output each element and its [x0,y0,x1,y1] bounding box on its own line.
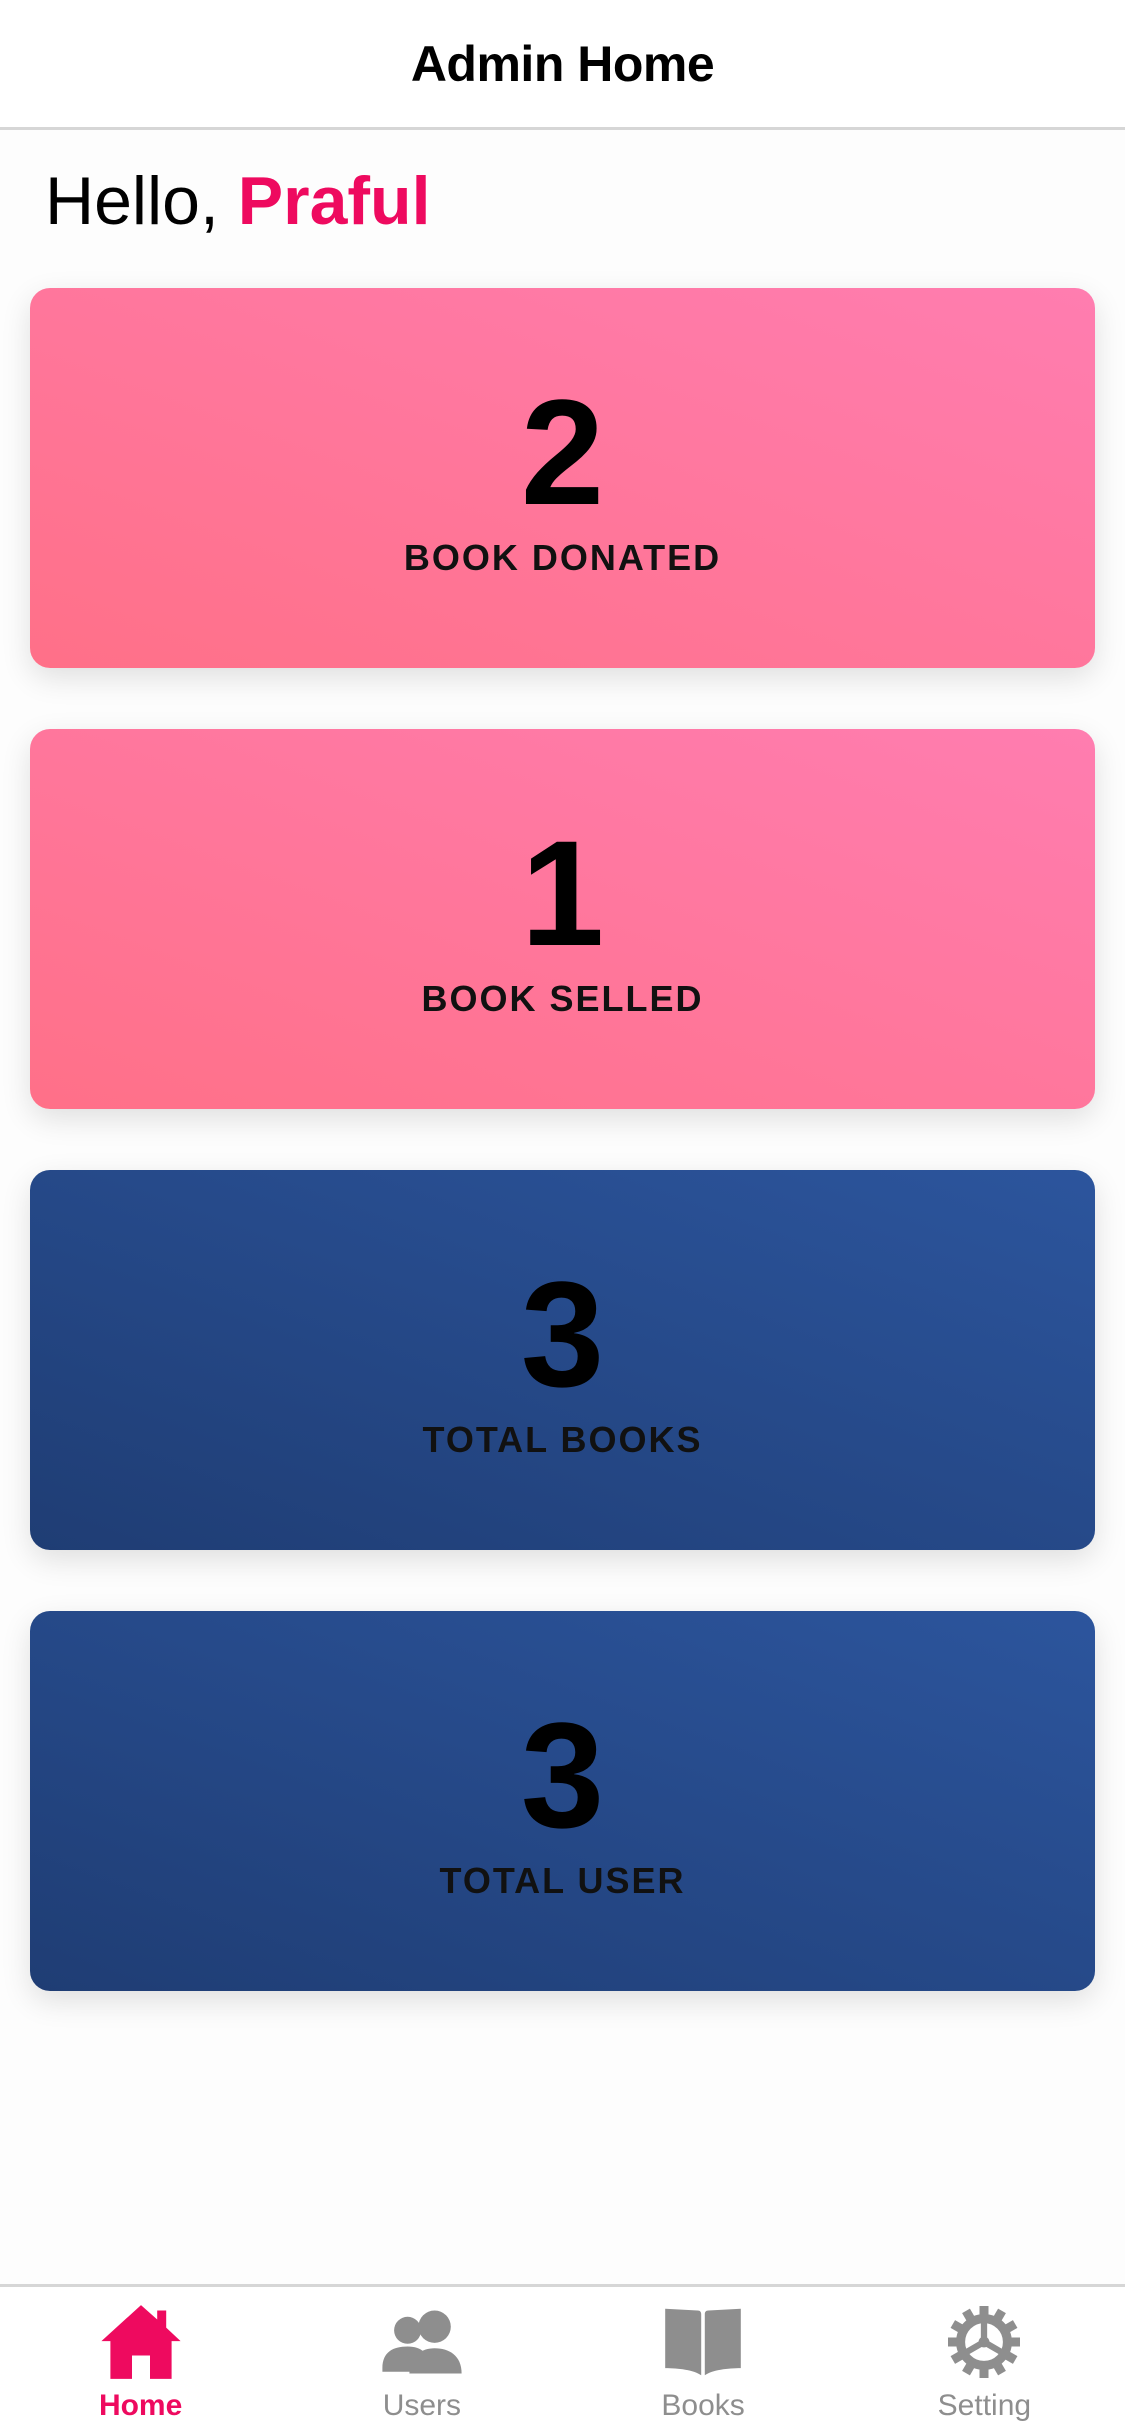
book-selled-card: 1 BOOK SELLED [30,729,1095,1109]
user-name: Praful [237,163,431,239]
total-user-label: TOTAL USER [439,1860,686,1901]
total-books-card: 3 TOTAL BOOKS [30,1170,1095,1550]
gear-icon [948,2306,1021,2378]
total-user-card: 3 TOTAL USER [30,1611,1095,1991]
book-selled-label: BOOK SELLED [421,978,704,1019]
book-selled-count: 1 [520,809,605,977]
greeting-prefix: Hello, [45,163,238,239]
book-donated-label: BOOK DONATED [403,537,722,578]
tab-books-label: Books [661,2389,745,2422]
total-books-count: 3 [520,1250,605,1418]
users-icon [382,2310,462,2374]
app-header: Admin Home [0,0,1125,130]
bottom-tab-bar: Home Users Books Setting [0,2284,1125,2436]
home-icon [101,2305,181,2379]
book-icon [665,2308,741,2376]
tab-books[interactable]: Books [563,2287,844,2436]
book-donated-card: 2 BOOK DONATED [30,288,1095,668]
total-user-count: 3 [520,1691,605,1859]
greeting: Hello, Praful [45,160,430,242]
tab-home-label: Home [98,2389,183,2422]
tab-users[interactable]: Users [281,2287,562,2436]
page-title: Admin Home [410,35,715,92]
tab-setting-label: Setting [937,2389,1032,2422]
tab-home[interactable]: Home [0,2287,281,2436]
book-donated-count: 2 [520,368,605,536]
tab-users-label: Users [382,2389,462,2422]
total-books-label: TOTAL BOOKS [422,1419,703,1460]
tab-setting[interactable]: Setting [844,2287,1125,2436]
